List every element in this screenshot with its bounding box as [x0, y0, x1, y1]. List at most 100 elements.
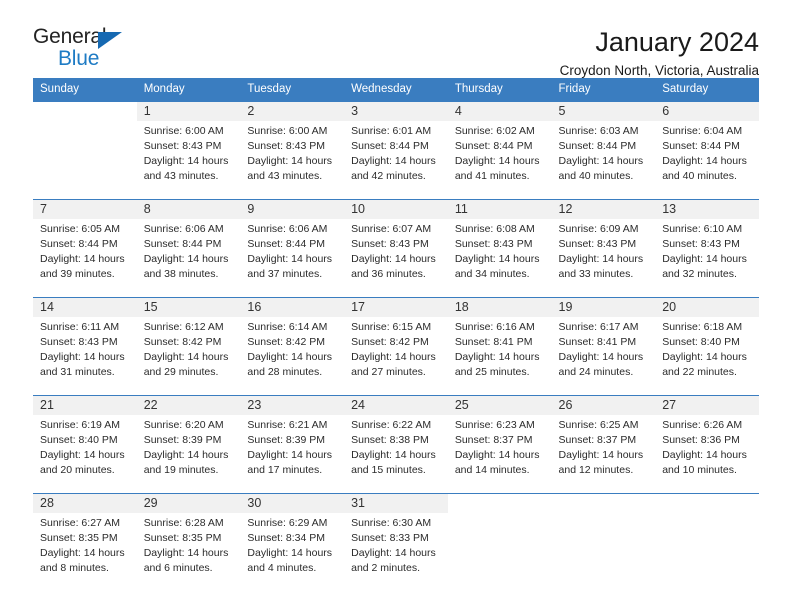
sunrise-text: Sunrise: 6:11 AM	[40, 321, 120, 334]
calendar-day-cell[interactable]: 13 Sunrise: 6:10 AM Sunset: 8:43 PM Dayligh…	[655, 198, 759, 288]
calendar-day-cell[interactable]: 2 Sunrise: 6:00 AM Sunset: 8:43 PM Daylight…	[240, 101, 345, 190]
day-details: Sunrise: 6:02 AM Sunset: 8:44 PM Daylight:…	[448, 121, 552, 184]
calendar-day-cell[interactable]: 3 Sunrise: 6:01 AM Sunset: 8:44 PM Daylight…	[344, 101, 448, 190]
sunrise-text: Sunrise: 6:23 AM	[454, 419, 535, 432]
daylight-text-line1: Daylight: 14 hours	[558, 448, 644, 461]
sunrise-text: Sunrise: 6:20 AM	[143, 419, 224, 432]
daylight-text-line1: Daylight: 14 hours	[662, 154, 747, 167]
daylight-text-line1: Daylight: 14 hours	[40, 350, 125, 363]
calendar-day-cell[interactable]: 22 Sunrise: 6:20 AM Sunset: 8:39 PM Dayligh…	[136, 394, 241, 484]
sunset-text: Sunset: 8:41 PM	[454, 335, 533, 348]
daylight-text-line2: and 6 minutes.	[143, 561, 213, 574]
calendar-day-cell[interactable]: 28 Sunrise: 6:27 AM Sunset: 8:35 PM Dayligh…	[33, 492, 137, 582]
calendar-day-cell[interactable]: 5 Sunrise: 6:03 AM Sunset: 8:44 PM Daylight…	[551, 101, 656, 190]
sunset-text: Sunset: 8:41 PM	[558, 335, 637, 348]
sunrise-text: Sunrise: 6:18 AM	[662, 321, 743, 334]
day-number: 9	[240, 199, 345, 220]
calendar-day-cell[interactable]: 16 Sunrise: 6:14 AM Sunset: 8:42 PM Dayligh…	[240, 296, 345, 386]
sunset-text: Sunset: 8:44 PM	[558, 139, 637, 152]
day-details: Sunrise: 6:23 AM Sunset: 8:37 PM Daylight:…	[448, 415, 552, 478]
day-cell-empty	[655, 493, 759, 582]
day-cell: 18 Sunrise: 6:16 AM Sunset: 8:41 PM Dayligh…	[447, 297, 552, 386]
day-details: Sunrise: 6:01 AM Sunset: 8:44 PM Daylight:…	[344, 121, 448, 184]
calendar-day-cell[interactable]: 25 Sunrise: 6:23 AM Sunset: 8:37 PM Dayligh…	[447, 394, 552, 484]
calendar-day-cell[interactable]: 21 Sunrise: 6:19 AM Sunset: 8:40 PM Dayligh…	[33, 394, 137, 484]
daylight-text-line1: Daylight: 14 hours	[351, 350, 436, 363]
week-spacer	[33, 189, 759, 200]
weekday-friday: Friday	[551, 78, 656, 102]
daylight-text-line1: Daylight: 14 hours	[143, 546, 229, 559]
daylight-text-line2: and 43 minutes.	[247, 169, 323, 182]
day-cell: 13 Sunrise: 6:10 AM Sunset: 8:43 PM Dayligh…	[655, 199, 759, 288]
calendar-day-cell[interactable]: 20 Sunrise: 6:18 AM Sunset: 8:40 PM Dayligh…	[655, 296, 759, 386]
calendar-day-cell[interactable]: 15 Sunrise: 6:12 AM Sunset: 8:42 PM Dayligh…	[136, 296, 241, 386]
day-number: 21	[33, 395, 137, 416]
daylight-text-line1: Daylight: 14 hours	[662, 252, 747, 265]
calendar-day-cell[interactable]: 9 Sunrise: 6:06 AM Sunset: 8:44 PM Daylight…	[240, 198, 345, 288]
calendar-day-cell[interactable]: 1 Sunrise: 6:00 AM Sunset: 8:43 PM Daylight…	[136, 101, 241, 190]
calendar-day-cell[interactable]: 23 Sunrise: 6:21 AM Sunset: 8:39 PM Dayligh…	[240, 394, 345, 484]
sunset-text: Sunset: 8:44 PM	[351, 139, 429, 152]
calendar-day-cell[interactable]: 27 Sunrise: 6:26 AM Sunset: 8:36 PM Dayligh…	[655, 394, 759, 484]
calendar-day-cell[interactable]: 30 Sunrise: 6:29 AM Sunset: 8:34 PM Dayligh…	[240, 492, 345, 582]
sunset-text: Sunset: 8:34 PM	[247, 531, 326, 544]
day-details: Sunrise: 6:05 AM Sunset: 8:44 PM Daylight:…	[33, 219, 137, 282]
calendar-day-cell[interactable]: 7 Sunrise: 6:05 AM Sunset: 8:44 PM Daylight…	[33, 198, 137, 288]
daylight-text-line1: Daylight: 14 hours	[247, 154, 333, 167]
day-cell: 24 Sunrise: 6:22 AM Sunset: 8:38 PM Dayligh…	[344, 395, 448, 484]
calendar-day-cell[interactable]: 17 Sunrise: 6:15 AM Sunset: 8:42 PM Dayligh…	[344, 296, 448, 386]
calendar-day-cell[interactable]: 26 Sunrise: 6:25 AM Sunset: 8:37 PM Dayligh…	[551, 394, 656, 484]
day-details: Sunrise: 6:18 AM Sunset: 8:40 PM Daylight:…	[655, 317, 759, 380]
day-cell: 28 Sunrise: 6:27 AM Sunset: 8:35 PM Dayligh…	[33, 493, 137, 582]
daylight-text-line2: and 4 minutes.	[247, 561, 317, 574]
day-number: 27	[655, 395, 759, 416]
calendar-day-cell[interactable]: 29 Sunrise: 6:28 AM Sunset: 8:35 PM Dayligh…	[136, 492, 241, 582]
weekday-monday: Monday	[136, 78, 241, 102]
day-details: Sunrise: 6:15 AM Sunset: 8:42 PM Daylight:…	[344, 317, 448, 380]
daylight-text-line2: and 29 minutes.	[143, 365, 219, 378]
day-details: Sunrise: 6:16 AM Sunset: 8:41 PM Daylight:…	[448, 317, 552, 380]
daylight-text-line1: Daylight: 14 hours	[454, 154, 540, 167]
calendar-day-cell[interactable]: 8 Sunrise: 6:06 AM Sunset: 8:44 PM Daylight…	[136, 198, 241, 288]
day-details: Sunrise: 6:11 AM Sunset: 8:43 PM Daylight:…	[33, 317, 137, 380]
day-details: Sunrise: 6:10 AM Sunset: 8:43 PM Daylight:…	[655, 219, 759, 282]
day-cell: 21 Sunrise: 6:19 AM Sunset: 8:40 PM Dayligh…	[33, 395, 137, 484]
calendar-day-cell[interactable]: 24 Sunrise: 6:22 AM Sunset: 8:38 PM Dayligh…	[344, 394, 448, 484]
day-cell: 4 Sunrise: 6:02 AM Sunset: 8:44 PM Daylight…	[447, 101, 552, 190]
day-cell-empty	[33, 101, 137, 190]
sunset-text: Sunset: 8:44 PM	[247, 237, 326, 250]
day-details: Sunrise: 6:22 AM Sunset: 8:38 PM Daylight:…	[344, 415, 448, 478]
day-cell: 17 Sunrise: 6:15 AM Sunset: 8:42 PM Dayligh…	[344, 297, 448, 386]
sunrise-text: Sunrise: 6:15 AM	[351, 321, 432, 334]
brand-logo[interactable]: General Blue	[33, 26, 143, 74]
day-number: 13	[655, 199, 759, 220]
daylight-text-line1: Daylight: 14 hours	[143, 154, 229, 167]
calendar-day-cell[interactable]: 14 Sunrise: 6:11 AM Sunset: 8:43 PM Dayligh…	[33, 296, 137, 386]
day-cell: 31 Sunrise: 6:30 AM Sunset: 8:33 PM Dayligh…	[344, 493, 448, 582]
calendar-day-cell[interactable]: 19 Sunrise: 6:17 AM Sunset: 8:41 PM Dayligh…	[551, 296, 656, 386]
day-number: 5	[551, 101, 656, 122]
day-details: Sunrise: 6:08 AM Sunset: 8:43 PM Daylight:…	[448, 219, 552, 282]
calendar-day-cell[interactable]: 10 Sunrise: 6:07 AM Sunset: 8:43 PM Dayligh…	[344, 198, 448, 288]
calendar-day-cell[interactable]: 6 Sunrise: 6:04 AM Sunset: 8:44 PM Daylight…	[655, 101, 759, 190]
calendar-day-cell[interactable]: 11 Sunrise: 6:08 AM Sunset: 8:43 PM Dayligh…	[447, 198, 552, 288]
sunset-text: Sunset: 8:42 PM	[247, 335, 326, 348]
daylight-text-line2: and 39 minutes.	[40, 267, 115, 280]
sunrise-text: Sunrise: 6:00 AM	[247, 125, 328, 138]
daylight-text-line2: and 41 minutes.	[454, 169, 530, 182]
daylight-text-line1: Daylight: 14 hours	[454, 350, 540, 363]
day-details: Sunrise: 6:17 AM Sunset: 8:41 PM Daylight:…	[552, 317, 656, 380]
sunset-text: Sunset: 8:43 PM	[662, 237, 740, 250]
day-cell: 15 Sunrise: 6:12 AM Sunset: 8:42 PM Dayligh…	[136, 297, 241, 386]
daylight-text-line1: Daylight: 14 hours	[40, 252, 125, 265]
calendar-day-cell[interactable]: 18 Sunrise: 6:16 AM Sunset: 8:41 PM Dayligh…	[447, 296, 552, 386]
daylight-text-line2: and 34 minutes.	[454, 267, 530, 280]
calendar-day-cell[interactable]: 4 Sunrise: 6:02 AM Sunset: 8:44 PM Daylight…	[447, 101, 552, 190]
calendar-header: Sunday Monday Tuesday Wednesday Thursday…	[33, 78, 759, 102]
daylight-text-line1: Daylight: 14 hours	[662, 448, 747, 461]
day-cell: 20 Sunrise: 6:18 AM Sunset: 8:40 PM Dayligh…	[655, 297, 759, 386]
day-cell: 26 Sunrise: 6:25 AM Sunset: 8:37 PM Dayligh…	[551, 395, 656, 484]
calendar-day-cell[interactable]: 31 Sunrise: 6:30 AM Sunset: 8:33 PM Dayligh…	[344, 492, 448, 582]
calendar-day-cell[interactable]: 12 Sunrise: 6:09 AM Sunset: 8:43 PM Dayligh…	[551, 198, 656, 288]
sunset-text: Sunset: 8:43 PM	[558, 237, 637, 250]
